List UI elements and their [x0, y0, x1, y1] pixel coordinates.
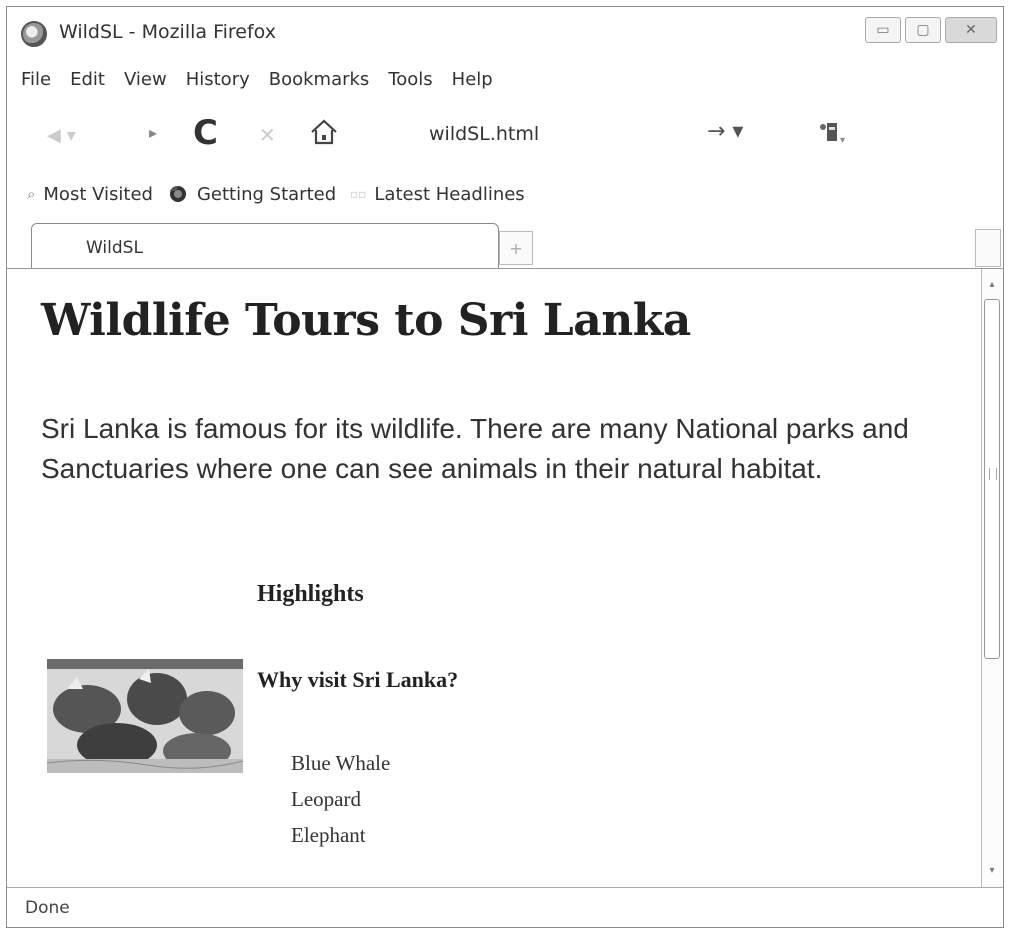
menu-file[interactable]: File	[21, 69, 51, 99]
bookmark-label: Latest Headlines	[374, 183, 525, 205]
elephants-photo	[47, 659, 243, 773]
menu-bar: File Edit View History Bookmarks Tools H…	[21, 69, 493, 99]
forward-arrow-icon[interactable]: ▸	[149, 123, 157, 142]
bookmark-latest-headlines[interactable]: ▫▫ Latest Headlines	[350, 184, 525, 205]
window-controls: ▭ ▢ ✕	[865, 17, 997, 43]
scroll-grip-icon	[989, 468, 997, 480]
animal-list: Blue Whale Leopard Elephant	[291, 745, 390, 853]
tab-wildsl[interactable]: WildSL	[31, 223, 499, 268]
list-item: Blue Whale	[291, 751, 391, 775]
menu-tools[interactable]: Tools	[388, 69, 432, 99]
firefox-bookmark-icon	[169, 185, 186, 202]
home-icon[interactable]	[307, 115, 341, 149]
page-content: Wildlife Tours to Sri Lanka Sri Lanka is…	[17, 269, 979, 887]
bookmark-label: Most Visited	[43, 183, 153, 205]
reload-icon[interactable]: C	[193, 113, 218, 153]
scroll-down-icon[interactable]: ▾	[986, 865, 998, 877]
highlights-heading: Highlights	[257, 581, 364, 607]
browser-window: WildSL - Mozilla Firefox ▭ ▢ ✕ File Edit…	[6, 6, 1004, 928]
status-text: Done	[25, 898, 70, 918]
back-arrow-icon[interactable]: ◀ ▾	[47, 125, 76, 146]
page-title: Wildlife Tours to Sri Lanka	[41, 295, 691, 346]
scrollbar-thumb[interactable]	[984, 299, 1000, 659]
search-icon: ⌕	[27, 185, 36, 203]
scroll-up-icon[interactable]: ▴	[986, 279, 998, 291]
menu-bookmarks[interactable]: Bookmarks	[269, 69, 370, 99]
close-button[interactable]: ✕	[945, 17, 997, 43]
bookmarks-toolbar: ⌕ Most Visited Getting Started ▫▫ Latest…	[27, 179, 539, 209]
tab-strip: WildSL +	[7, 219, 1003, 269]
window-title: WildSL - Mozilla Firefox	[59, 21, 276, 43]
rss-icon: ▫▫	[350, 187, 367, 201]
list-item: Elephant	[291, 823, 366, 847]
new-tab-plus-icon[interactable]: +	[499, 231, 533, 265]
tab-list-button[interactable]	[975, 229, 1001, 267]
firefox-icon	[21, 21, 47, 47]
menu-edit[interactable]: Edit	[70, 69, 105, 99]
bookmark-most-visited[interactable]: ⌕ Most Visited	[27, 184, 153, 205]
maximize-button[interactable]: ▢	[905, 17, 941, 43]
why-visit-heading: Why visit Sri Lanka?	[257, 667, 459, 692]
url-field[interactable]: wildSL.html	[429, 123, 539, 145]
menu-help[interactable]: Help	[452, 69, 493, 99]
intro-paragraph: Sri Lanka is famous for its wildlife. Th…	[41, 413, 909, 484]
status-bar: Done	[7, 887, 1003, 927]
menu-history[interactable]: History	[186, 69, 250, 99]
bookmark-label: Getting Started	[196, 183, 337, 205]
list-item: Leopard	[291, 787, 361, 811]
minimize-button[interactable]: ▭	[865, 17, 901, 43]
vertical-scrollbar[interactable]: ▴ ▾	[981, 269, 1003, 887]
tab-label: WildSL	[86, 238, 143, 258]
go-arrow-icon[interactable]: → ▾	[707, 119, 743, 144]
svg-text:▾: ▾	[840, 135, 845, 146]
stop-icon[interactable]: ✕	[259, 123, 276, 147]
menu-view[interactable]: View	[124, 69, 167, 99]
bookmark-getting-started[interactable]: Getting Started	[167, 183, 336, 205]
navigation-toolbar: ◀ ▾ ▸ C ✕ wildSL.html → ▾ ▾	[7, 111, 1003, 161]
title-bar: WildSL - Mozilla Firefox ▭ ▢ ✕	[7, 7, 1003, 59]
addon-icon[interactable]: ▾	[811, 117, 847, 149]
